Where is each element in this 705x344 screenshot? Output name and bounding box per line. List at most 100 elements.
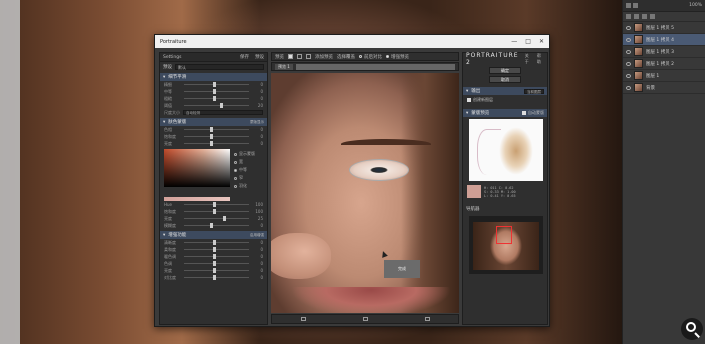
mask-mode-dropdown[interactable]: 蒙版显示 [250, 120, 264, 125]
minimize-button[interactable]: — [511, 38, 517, 45]
filter-icon[interactable] [634, 14, 639, 19]
slider-track[interactable] [184, 141, 249, 146]
slider-track[interactable] [184, 247, 249, 252]
section-detail-smoothing[interactable]: ▾ 细节平滑 [160, 73, 267, 81]
auto-mask-checkbox[interactable]: 自动蒙版 [522, 110, 544, 116]
preview-image[interactable] [271, 73, 459, 313]
slider-handle[interactable] [213, 247, 217, 252]
preview-tab[interactable]: 预览 1 [275, 63, 293, 70]
dual-view-icon[interactable] [306, 54, 311, 59]
output-section[interactable]: ▾ 输出 当前图层 [463, 87, 547, 95]
mask-radio[interactable]: 显示蒙版 [234, 151, 255, 157]
close-button[interactable]: ✕ [539, 38, 544, 45]
slider-handle[interactable] [213, 89, 217, 94]
slider-track[interactable] [184, 134, 249, 139]
filter-icon[interactable] [626, 14, 631, 19]
panel-icon[interactable] [626, 3, 631, 8]
enhance-checkbox[interactable]: 启用增强 [250, 233, 264, 238]
navigator-viewport[interactable] [496, 226, 512, 244]
scale-dropdown[interactable]: 自动检测 [183, 110, 263, 115]
slider-track[interactable] [184, 261, 249, 266]
enhance-preview-radio[interactable]: 增强预览 [386, 54, 409, 60]
zoom-view-icon[interactable] [362, 317, 368, 321]
slider-track[interactable] [184, 268, 249, 273]
visibility-eye-icon[interactable] [626, 61, 631, 66]
preset-dropdown[interactable]: 默认 [175, 63, 264, 70]
visibility-eye-icon[interactable] [626, 37, 631, 42]
slider-handle[interactable] [210, 223, 213, 228]
layer-row[interactable]: 图层 1 拷贝 4 [623, 34, 705, 46]
maximize-button[interactable]: □ [525, 38, 531, 45]
filter-icon[interactable] [650, 14, 655, 19]
slider-track[interactable] [184, 209, 249, 214]
slider-track[interactable] [184, 275, 249, 280]
slider-handle[interactable] [213, 275, 217, 280]
slider-handle[interactable] [213, 202, 217, 207]
slider-track[interactable] [184, 127, 249, 132]
slider-handle[interactable] [213, 268, 217, 273]
slider-handle[interactable] [223, 216, 226, 221]
hand-tool-icon[interactable] [424, 317, 430, 321]
slider-row: 色相 0 [160, 126, 267, 133]
help-link[interactable]: 帮助 [537, 53, 544, 65]
slider-handle[interactable] [213, 240, 217, 245]
slider-handle[interactable] [210, 141, 213, 146]
slider-track[interactable] [184, 82, 249, 87]
visibility-eye-icon[interactable] [626, 49, 631, 54]
layer-row[interactable]: 图层 1 拷贝 5 [623, 22, 705, 34]
visibility-eye-icon[interactable] [626, 73, 631, 78]
layer-row[interactable]: 图层 1 拷贝 3 [623, 46, 705, 58]
layer-row[interactable]: 图层 1 拷贝 2 [623, 58, 705, 70]
slider-handle[interactable] [213, 254, 217, 259]
slider-track[interactable] [184, 89, 249, 94]
preset-button[interactable]: 预设 [255, 54, 264, 60]
slider-row: 亮度 0 [160, 267, 267, 274]
search-icon[interactable] [681, 318, 703, 340]
sample-swatch[interactable] [467, 185, 481, 198]
cancel-button[interactable]: 取消 [489, 76, 521, 83]
filter-icon[interactable] [642, 14, 647, 19]
add-preview-button[interactable]: 添加预览 [315, 54, 333, 60]
visibility-eye-icon[interactable] [626, 25, 631, 30]
layer-row[interactable]: 背景 [623, 82, 705, 94]
section-skin-mask[interactable]: ▾ 肤色蒙版 蒙版显示 [160, 118, 267, 126]
slider-handle[interactable] [219, 103, 223, 108]
slider-track[interactable] [184, 202, 249, 207]
new-layer-checkbox[interactable]: 创建新图层 [463, 95, 547, 105]
title-bar: Portraiture — □ ✕ [155, 35, 549, 48]
mask-radio[interactable]: 羽化 [234, 183, 255, 189]
before-after-radio[interactable]: 前后对比 [359, 54, 382, 60]
panel-icon[interactable] [633, 3, 638, 8]
fit-view-icon[interactable] [300, 317, 306, 321]
slider-row: 中等 0 [160, 88, 267, 95]
mask-preview-section[interactable]: ▾ 蒙版预览 自动蒙版 [463, 109, 547, 117]
save-button[interactable]: 保存 [240, 54, 249, 60]
slider-track[interactable] [184, 96, 249, 101]
slider-track[interactable] [184, 103, 249, 108]
about-link[interactable]: 关于 [525, 53, 532, 65]
color-gradient[interactable] [164, 149, 230, 187]
section-enhancements[interactable]: ▾ 增强功能 启用增强 [160, 231, 267, 239]
slider-handle[interactable] [213, 82, 217, 87]
slider-handle[interactable] [210, 134, 213, 139]
slider-handle[interactable] [213, 261, 217, 266]
slider-handle[interactable] [213, 209, 217, 214]
slider-handle[interactable] [210, 127, 213, 132]
single-view-icon[interactable] [288, 54, 293, 59]
slider-track[interactable] [184, 223, 249, 228]
layer-row[interactable]: 图层 1 [623, 70, 705, 82]
navigator-preview[interactable] [469, 216, 543, 274]
select-overlay-button[interactable]: 选择覆盖 [337, 54, 355, 60]
slider-handle[interactable] [213, 96, 217, 101]
slider-track[interactable] [184, 254, 249, 259]
split-view-icon[interactable] [297, 54, 302, 59]
visibility-eye-icon[interactable] [626, 85, 631, 90]
slider-track[interactable] [184, 216, 249, 221]
sample-readout: H: 011 C: 0.62 S: 0.33 M: 1.00 L: 0.41 Y… [463, 183, 547, 200]
ok-button[interactable]: 确定 [489, 67, 521, 74]
slider-track[interactable] [184, 240, 249, 245]
output-dropdown[interactable]: 当前图层 [524, 88, 544, 94]
mask-radio[interactable]: 窄 [234, 175, 255, 181]
mask-radio[interactable]: 中等 [234, 167, 255, 173]
mask-radio[interactable]: 宽 [234, 159, 255, 165]
